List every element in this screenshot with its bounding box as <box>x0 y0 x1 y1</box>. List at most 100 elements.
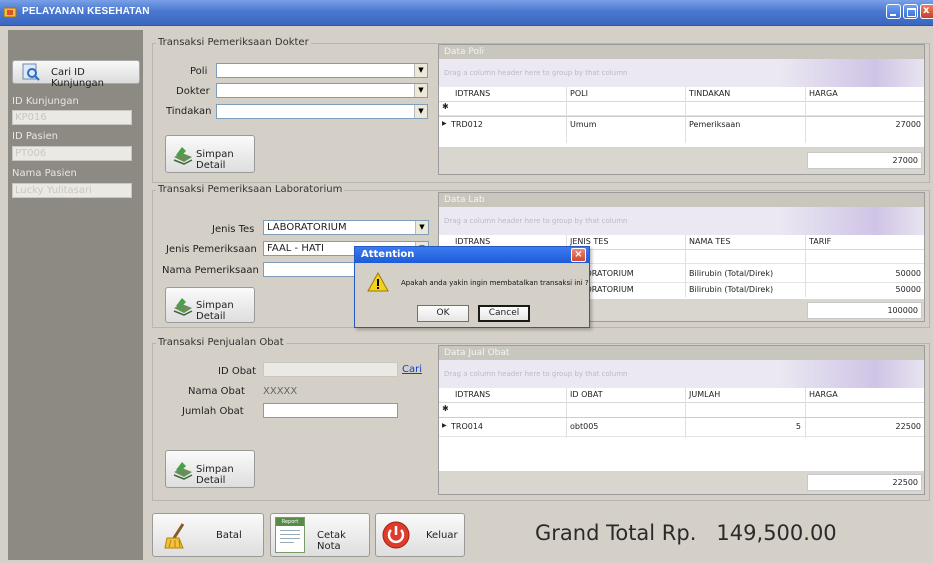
dokter-select[interactable]: ▼ <box>216 83 428 98</box>
app-icon <box>4 7 17 18</box>
cell-tarif: 50000 <box>895 269 921 278</box>
cetak-nota-button[interactable]: Report Cetak Nota <box>270 513 370 557</box>
cari-id-kunjungan-label: Cari ID Kunjungan <box>51 67 105 89</box>
nama-pasien-field[interactable]: Lucky Yulitasari <box>12 183 132 198</box>
save-icon <box>173 147 193 165</box>
chevron-down-icon: ▼ <box>414 84 427 97</box>
cell-nama-tes: Bilirubin (Total/Direk) <box>689 285 774 294</box>
batal-button[interactable]: Batal <box>152 513 264 557</box>
group-by-panel[interactable]: Drag a column header here to group by th… <box>439 59 924 87</box>
row-indicator-icon: ▶ <box>442 120 447 127</box>
search-icon <box>22 63 40 81</box>
nama-obat-value: XXXXX <box>263 386 298 397</box>
simpan-detail-label: Simpan Detail <box>196 464 234 486</box>
jenis-pemeriksaan-value: FAAL - HATI <box>267 243 324 254</box>
group-by-hint: Drag a column header here to group by th… <box>444 217 628 225</box>
cell-idtrans: TRD012 <box>451 120 483 129</box>
nama-obat-label: Nama Obat <box>188 386 245 397</box>
chevron-down-icon: ▼ <box>414 105 427 118</box>
simpan-detail-dokter-button[interactable]: Simpan Detail <box>165 135 255 173</box>
attention-dialog: Attention × Apakah anda yakin ingin memb… <box>354 246 590 328</box>
lab-total: 100000 <box>807 302 922 319</box>
jumlah-obat-field[interactable] <box>263 403 398 418</box>
power-icon <box>382 521 410 549</box>
new-row-icon: ✱ <box>442 404 449 413</box>
table-row[interactable]: ▶ TRD012 Umum Pemeriksaan 27000 <box>439 117 924 132</box>
chevron-down-icon: ▼ <box>414 64 427 77</box>
jenis-pemeriksaan-label: Jenis Pemeriksaan <box>166 244 257 255</box>
column-header-jenis-tes[interactable]: JENIS TES <box>570 237 608 246</box>
obat-grid: Data Jual Obat Drag a column header here… <box>438 345 925 495</box>
cetak-nota-label: Cetak Nota <box>317 530 346 552</box>
column-header-idtrans[interactable]: IDTRANS <box>455 89 490 98</box>
grand-total: Grand Total Rp. 149,500.00 <box>535 521 837 545</box>
cell-nama-tes: Bilirubin (Total/Direk) <box>689 269 774 278</box>
column-header-harga[interactable]: HARGA <box>809 390 838 399</box>
column-header-tindakan[interactable]: TINDAKAN <box>689 89 730 98</box>
tindakan-label: Tindakan <box>166 106 212 117</box>
column-header-idtrans[interactable]: IDTRANS <box>455 390 490 399</box>
nama-pemeriksaan-label: Nama Pemeriksaan <box>162 265 259 276</box>
column-header-harga[interactable]: HARGA <box>809 89 838 98</box>
obat-group-title: Transaksi Penjualan Obat <box>156 337 286 348</box>
poli-select[interactable]: ▼ <box>216 63 428 78</box>
cari-id-kunjungan-button[interactable]: Cari ID Kunjungan <box>12 60 140 89</box>
new-row-icon: ✱ <box>442 102 449 111</box>
table-row[interactable]: ▶ TRO014 obt005 5 22500 <box>439 420 924 435</box>
report-icon: Report <box>275 517 305 553</box>
lab-grid-title: Data Lab <box>444 195 485 205</box>
save-icon <box>173 298 193 316</box>
dokter-label: Dokter <box>176 86 210 97</box>
id-kunjungan-label: ID Kunjungan <box>12 96 79 107</box>
cari-obat-link[interactable]: Cari <box>402 364 422 375</box>
id-pasien-field[interactable]: PT006 <box>12 146 132 161</box>
jenis-tes-select[interactable]: LABORATORIUM ▼ <box>263 220 429 235</box>
simpan-detail-lab-button[interactable]: Simpan Detail <box>165 287 255 323</box>
poli-grid-title: Data Poli <box>444 47 484 57</box>
ok-button[interactable]: OK <box>417 305 469 322</box>
broom-icon <box>164 523 185 549</box>
column-header-tarif[interactable]: TARIF <box>809 237 831 246</box>
column-header-nama-tes[interactable]: NAMA TES <box>689 237 730 246</box>
obat-grid-title: Data Jual Obat <box>444 348 510 358</box>
id-obat-field[interactable] <box>263 362 398 377</box>
poli-label: Poli <box>190 66 208 77</box>
report-icon-label: Report <box>276 518 304 526</box>
nama-pasien-label: Nama Pasien <box>12 168 77 179</box>
warning-icon <box>367 272 389 292</box>
id-kunjungan-field[interactable]: KP016 <box>12 110 132 125</box>
column-header-jumlah[interactable]: JUMLAH <box>689 390 720 399</box>
dialog-close-button[interactable]: × <box>571 248 586 262</box>
poli-total: 27000 <box>807 152 922 169</box>
maximize-button[interactable] <box>903 4 918 19</box>
jenis-tes-label: Jenis Tes <box>212 224 255 235</box>
keluar-label: Keluar <box>426 530 458 541</box>
window-titlebar: PELAYANAN KESEHATAN x <box>0 0 933 26</box>
tindakan-select[interactable]: ▼ <box>216 104 428 119</box>
dialog-title: Attention <box>361 249 415 260</box>
dialog-message: Apakah anda yakin ingin membatalkan tran… <box>401 279 589 287</box>
close-icon: × <box>574 249 583 260</box>
poli-grid: Data Poli Drag a column header here to g… <box>438 44 925 175</box>
cell-poli: Umum <box>570 120 597 129</box>
group-by-hint: Drag a column header here to group by th… <box>444 69 628 77</box>
lab-group-title: Transaksi Pemeriksaan Laboratorium <box>156 184 345 195</box>
minimize-button[interactable] <box>886 4 901 19</box>
save-icon <box>173 462 193 480</box>
simpan-detail-obat-button[interactable]: Simpan Detail <box>165 450 255 488</box>
cell-id-obat: obt005 <box>570 422 599 431</box>
cell-idtrans: TRO014 <box>451 422 484 431</box>
column-header-poli[interactable]: POLI <box>570 89 588 98</box>
chevron-down-icon: ▼ <box>415 221 428 234</box>
cancel-button[interactable]: Cancel <box>478 305 530 322</box>
close-button[interactable]: x <box>920 4 933 19</box>
keluar-button[interactable]: Keluar <box>375 513 465 557</box>
simpan-detail-label: Simpan Detail <box>196 300 234 322</box>
window-title: PELAYANAN KESEHATAN <box>22 6 150 17</box>
group-by-panel[interactable]: Drag a column header here to group by th… <box>439 207 924 235</box>
group-by-panel[interactable]: Drag a column header here to group by th… <box>439 360 924 388</box>
column-header-id-obat[interactable]: ID OBAT <box>570 390 603 399</box>
id-pasien-label: ID Pasien <box>12 131 59 142</box>
cell-harga: 22500 <box>895 422 921 431</box>
column-header-idtrans[interactable]: IDTRANS <box>455 237 490 246</box>
